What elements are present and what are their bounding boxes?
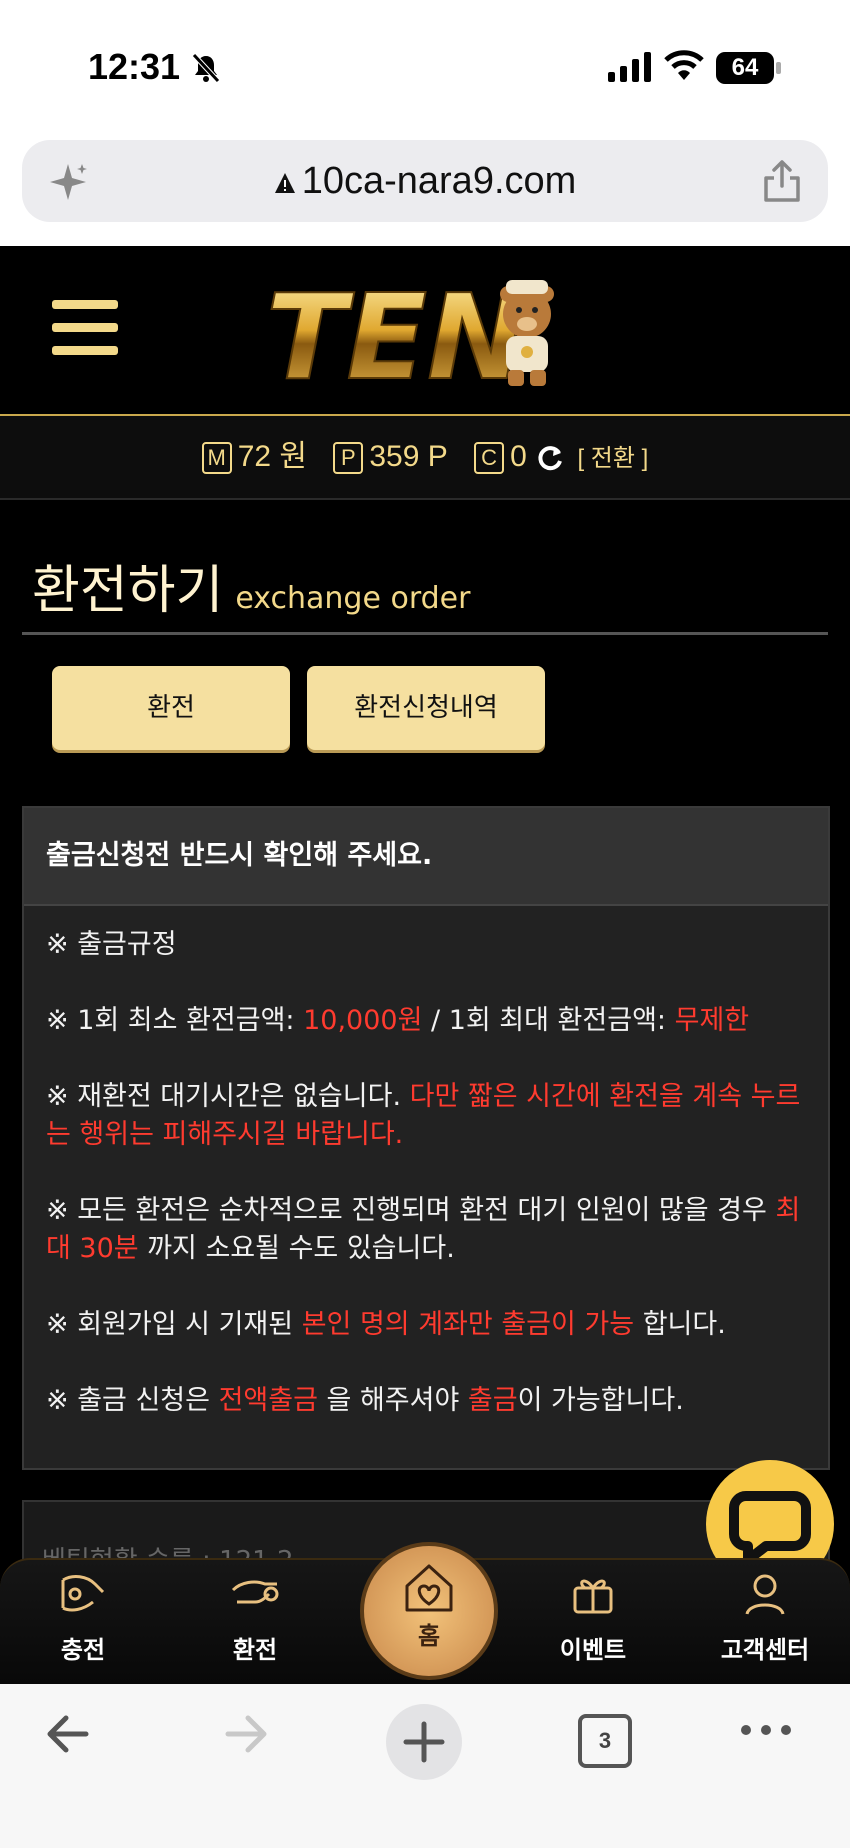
- rule-title: ※ 출금규정: [46, 929, 177, 960]
- tab-exchange-history[interactable]: 환전신청내역: [307, 666, 545, 750]
- page-title-text: 환전하기: [32, 561, 224, 621]
- new-tab-button[interactable]: [386, 1704, 462, 1780]
- money-badge: M: [201, 442, 232, 475]
- switch-link[interactable]: [ 전환 ]: [577, 445, 648, 472]
- cellular-signal-icon: [608, 52, 651, 82]
- rule-full-withdraw: ※ 출금 신청은 전액출금 을 해주셔야 출금이 가능합니다.: [46, 1385, 684, 1416]
- battery-tip: [776, 62, 781, 74]
- clock: 12:31: [88, 46, 181, 87]
- notice-body: ※ 출금규정 ※ 1회 최소 환전금액: 10,000원 / 1회 최대 환전금…: [24, 906, 828, 1420]
- coin-balance: C0: [474, 440, 527, 475]
- tab-switcher-button[interactable]: 3: [578, 1714, 632, 1768]
- nav-support[interactable]: 고객센터: [690, 1560, 840, 1664]
- back-arrow-icon[interactable]: [40, 1706, 96, 1762]
- refresh-icon[interactable]: [535, 443, 565, 473]
- more-icon[interactable]: [738, 1720, 794, 1740]
- url-label: 10ca-nara9.com: [301, 160, 577, 202]
- balance-bar: M 72 원 P 359 P C0 [ 전환 ]: [0, 416, 850, 500]
- rule-account: ※ 회원가입 시 기재된 본인 명의 계좌만 출금이 가능 합니다.: [46, 1309, 726, 1340]
- url-text[interactable]: 10ca-nara9.com: [22, 160, 828, 203]
- plus-icon: [403, 1721, 445, 1763]
- bell-muted-icon: [192, 53, 220, 83]
- rule-order: ※ 모든 환전은 순차적으로 진행되며 환전 대기 인원이 많을 경우 최대 3…: [46, 1195, 801, 1264]
- support-agent-icon: [745, 1574, 785, 1615]
- address-bar[interactable]: 10ca-nara9.com: [22, 140, 828, 222]
- gift-icon: [573, 1579, 613, 1614]
- withdrawal-notice: 출금신청전 반드시 확인해 주세요. ※ 출금규정 ※ 1회 최소 환전금액: …: [22, 806, 830, 1470]
- site-logo[interactable]: TEN: [262, 274, 582, 392]
- forward-arrow-icon[interactable]: [218, 1706, 274, 1762]
- point-value: 359 P: [369, 440, 448, 473]
- money-balance: M 72 원: [201, 440, 307, 475]
- rule-limit: ※ 1회 최소 환전금액: 10,000원 / 1회 최대 환전금액: 무제한: [46, 1005, 750, 1036]
- page-title: 환전하기 exchange order: [32, 548, 470, 623]
- svg-text:TEN: TEN: [266, 274, 526, 392]
- menu-icon[interactable]: [52, 300, 118, 358]
- share-icon[interactable]: [760, 158, 804, 204]
- battery-indicator: 64: [716, 52, 774, 84]
- rule-wait: ※ 재환전 대기시간은 없습니다. 다만 짧은 시간에 환전을 계속 누르는 행…: [46, 1081, 801, 1150]
- wifi-icon: [664, 50, 704, 80]
- exchange-icon: [231, 1580, 279, 1604]
- charge-icon: [61, 1575, 105, 1612]
- money-value: 72 원: [237, 440, 307, 473]
- browser-address-area: 10ca-nara9.com: [0, 128, 850, 246]
- coin-badge: C: [474, 442, 505, 475]
- tab-exchange[interactable]: 환전: [52, 666, 290, 750]
- coin-value: 0: [510, 440, 527, 473]
- point-badge: P: [333, 442, 364, 475]
- nav-exchange[interactable]: 환전: [180, 1560, 330, 1664]
- page-subtitle: exchange order: [235, 581, 471, 616]
- browser-toolbar: 3: [0, 1684, 850, 1848]
- nav-charge[interactable]: 충전: [8, 1560, 158, 1664]
- home-heart-icon: [405, 1564, 453, 1612]
- status-bar: 12:31 64: [0, 0, 850, 128]
- nav-home[interactable]: 홈: [360, 1542, 498, 1680]
- notice-heading: 출금신청전 반드시 확인해 주세요.: [24, 808, 828, 906]
- lock-icon: [274, 172, 295, 193]
- title-divider: [22, 632, 828, 635]
- point-balance: P 359 P: [333, 440, 448, 475]
- nav-home-label: 홈: [417, 1622, 441, 1650]
- nav-event[interactable]: 이벤트: [518, 1560, 668, 1664]
- site-header: TEN: [0, 246, 850, 416]
